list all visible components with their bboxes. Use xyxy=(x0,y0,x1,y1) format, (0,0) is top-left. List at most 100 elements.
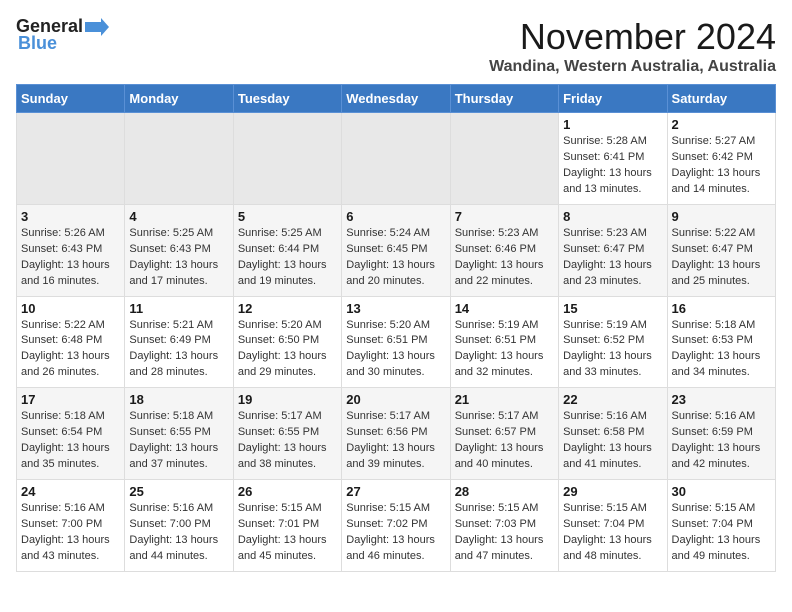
day-number: 25 xyxy=(129,484,228,499)
day-number: 23 xyxy=(672,392,771,407)
calendar-cell: 17 Sunrise: 5:18 AMSunset: 6:54 PMDayligh… xyxy=(17,388,125,480)
calendar-cell xyxy=(233,113,341,205)
day-info: Sunrise: 5:16 AMSunset: 6:58 PMDaylight:… xyxy=(563,409,662,473)
calendar-cell xyxy=(17,113,125,205)
day-info: Sunrise: 5:18 AMSunset: 6:55 PMDaylight:… xyxy=(129,409,228,473)
calendar-cell: 11 Sunrise: 5:21 AMSunset: 6:49 PMDayligh… xyxy=(125,296,233,388)
day-number: 24 xyxy=(21,484,120,499)
day-info: Sunrise: 5:15 AMSunset: 7:03 PMDaylight:… xyxy=(455,501,554,565)
day-number: 2 xyxy=(672,117,771,132)
calendar-cell: 5Sunrise: 5:25 AMSunset: 6:44 PMDaylight… xyxy=(233,204,341,296)
calendar-week-4: 17 Sunrise: 5:18 AMSunset: 6:54 PMDayligh… xyxy=(17,388,776,480)
day-info: Sunrise: 5:17 AMSunset: 6:55 PMDaylight:… xyxy=(238,409,337,473)
calendar-cell xyxy=(342,113,450,205)
day-number: 26 xyxy=(238,484,337,499)
calendar-cell: 8 Sunrise: 5:23 AMSunset: 6:47 PMDaylight… xyxy=(559,204,667,296)
calendar-cell: 15 Sunrise: 5:19 AMSunset: 6:52 PMDayligh… xyxy=(559,296,667,388)
day-info: Sunrise: 5:16 AMSunset: 6:59 PMDaylight:… xyxy=(672,409,771,473)
calendar-cell: 26Sunrise: 5:15 AMSunset: 7:01 PMDayligh… xyxy=(233,480,341,572)
day-info: Sunrise: 5:17 AMSunset: 6:57 PMDaylight:… xyxy=(455,409,554,473)
day-info: Sunrise: 5:18 AMSunset: 6:53 PMDaylight:… xyxy=(672,318,771,382)
calendar-cell: 6 Sunrise: 5:24 AMSunset: 6:45 PMDaylight… xyxy=(342,204,450,296)
month-title: November 2024 xyxy=(489,16,776,58)
day-info: Sunrise: 5:20 AMSunset: 6:50 PMDaylight:… xyxy=(238,318,337,382)
calendar-cell: 2Sunrise: 5:27 AMSunset: 6:42 PMDaylight… xyxy=(667,113,775,205)
calendar-cell: 9Sunrise: 5:22 AMSunset: 6:47 PMDaylight… xyxy=(667,204,775,296)
calendar-week-3: 10 Sunrise: 5:22 AMSunset: 6:48 PMDayligh… xyxy=(17,296,776,388)
header-day-friday: Friday xyxy=(559,85,667,113)
day-number: 4 xyxy=(129,209,228,224)
day-number: 5 xyxy=(238,209,337,224)
day-number: 18 xyxy=(129,392,228,407)
day-info: Sunrise: 5:28 AMSunset: 6:41 PMDaylight:… xyxy=(563,134,662,198)
day-info: Sunrise: 5:19 AMSunset: 6:51 PMDaylight:… xyxy=(455,318,554,382)
calendar-cell: 1 Sunrise: 5:28 AMSunset: 6:41 PMDaylight… xyxy=(559,113,667,205)
day-number: 28 xyxy=(455,484,554,499)
day-info: Sunrise: 5:16 AMSunset: 7:00 PMDaylight:… xyxy=(129,501,228,565)
day-info: Sunrise: 5:25 AMSunset: 6:43 PMDaylight:… xyxy=(129,226,228,290)
calendar-cell: 19 Sunrise: 5:17 AMSunset: 6:55 PMDayligh… xyxy=(233,388,341,480)
location-title: Wandina, Western Australia, Australia xyxy=(489,58,776,76)
day-info: Sunrise: 5:23 AMSunset: 6:46 PMDaylight:… xyxy=(455,226,554,290)
day-number: 17 xyxy=(21,392,120,407)
calendar-header-row: SundayMondayTuesdayWednesdayThursdayFrid… xyxy=(17,85,776,113)
calendar-week-1: 1 Sunrise: 5:28 AMSunset: 6:41 PMDaylight… xyxy=(17,113,776,205)
day-number: 21 xyxy=(455,392,554,407)
calendar-cell: 4 Sunrise: 5:25 AMSunset: 6:43 PMDaylight… xyxy=(125,204,233,296)
calendar-cell: 12Sunrise: 5:20 AMSunset: 6:50 PMDayligh… xyxy=(233,296,341,388)
day-info: Sunrise: 5:15 AMSunset: 7:02 PMDaylight:… xyxy=(346,501,445,565)
day-number: 1 xyxy=(563,117,662,132)
day-info: Sunrise: 5:15 AMSunset: 7:04 PMDaylight:… xyxy=(672,501,771,565)
day-info: Sunrise: 5:22 AMSunset: 6:47 PMDaylight:… xyxy=(672,226,771,290)
day-number: 15 xyxy=(563,301,662,316)
day-number: 8 xyxy=(563,209,662,224)
logo-arrow-icon xyxy=(85,18,109,36)
day-number: 6 xyxy=(346,209,445,224)
day-info: Sunrise: 5:16 AMSunset: 7:00 PMDaylight:… xyxy=(21,501,120,565)
page-header: General Blue November 2024 Wandina, West… xyxy=(16,16,776,76)
day-info: Sunrise: 5:26 AMSunset: 6:43 PMDaylight:… xyxy=(21,226,120,290)
day-number: 3 xyxy=(21,209,120,224)
calendar-cell xyxy=(450,113,558,205)
calendar-week-5: 24 Sunrise: 5:16 AMSunset: 7:00 PMDayligh… xyxy=(17,480,776,572)
calendar-cell: 16 Sunrise: 5:18 AMSunset: 6:53 PMDayligh… xyxy=(667,296,775,388)
day-number: 27 xyxy=(346,484,445,499)
calendar-cell: 10 Sunrise: 5:22 AMSunset: 6:48 PMDayligh… xyxy=(17,296,125,388)
day-info: Sunrise: 5:17 AMSunset: 6:56 PMDaylight:… xyxy=(346,409,445,473)
title-area: November 2024 Wandina, Western Australia… xyxy=(489,16,776,76)
day-number: 20 xyxy=(346,392,445,407)
header-day-thursday: Thursday xyxy=(450,85,558,113)
calendar-cell: 3 Sunrise: 5:26 AMSunset: 6:43 PMDaylight… xyxy=(17,204,125,296)
calendar-table: SundayMondayTuesdayWednesdayThursdayFrid… xyxy=(16,84,776,572)
day-number: 11 xyxy=(129,301,228,316)
calendar-cell: 22 Sunrise: 5:16 AMSunset: 6:58 PMDayligh… xyxy=(559,388,667,480)
calendar-week-2: 3 Sunrise: 5:26 AMSunset: 6:43 PMDaylight… xyxy=(17,204,776,296)
day-number: 7 xyxy=(455,209,554,224)
day-info: Sunrise: 5:19 AMSunset: 6:52 PMDaylight:… xyxy=(563,318,662,382)
day-info: Sunrise: 5:21 AMSunset: 6:49 PMDaylight:… xyxy=(129,318,228,382)
header-day-tuesday: Tuesday xyxy=(233,85,341,113)
calendar-cell: 30 Sunrise: 5:15 AMSunset: 7:04 PMDayligh… xyxy=(667,480,775,572)
day-number: 22 xyxy=(563,392,662,407)
day-info: Sunrise: 5:24 AMSunset: 6:45 PMDaylight:… xyxy=(346,226,445,290)
day-info: Sunrise: 5:18 AMSunset: 6:54 PMDaylight:… xyxy=(21,409,120,473)
calendar-cell: 7 Sunrise: 5:23 AMSunset: 6:46 PMDaylight… xyxy=(450,204,558,296)
header-day-saturday: Saturday xyxy=(667,85,775,113)
day-info: Sunrise: 5:23 AMSunset: 6:47 PMDaylight:… xyxy=(563,226,662,290)
day-number: 30 xyxy=(672,484,771,499)
logo-blue: Blue xyxy=(18,33,57,54)
calendar-cell: 23 Sunrise: 5:16 AMSunset: 6:59 PMDayligh… xyxy=(667,388,775,480)
day-info: Sunrise: 5:15 AMSunset: 7:04 PMDaylight:… xyxy=(563,501,662,565)
day-info: Sunrise: 5:22 AMSunset: 6:48 PMDaylight:… xyxy=(21,318,120,382)
day-number: 19 xyxy=(238,392,337,407)
day-number: 14 xyxy=(455,301,554,316)
day-number: 29 xyxy=(563,484,662,499)
calendar-cell: 24 Sunrise: 5:16 AMSunset: 7:00 PMDayligh… xyxy=(17,480,125,572)
header-day-monday: Monday xyxy=(125,85,233,113)
calendar-cell: 18 Sunrise: 5:18 AMSunset: 6:55 PMDayligh… xyxy=(125,388,233,480)
calendar-cell: 29 Sunrise: 5:15 AMSunset: 7:04 PMDayligh… xyxy=(559,480,667,572)
logo: General Blue xyxy=(16,16,109,54)
day-number: 16 xyxy=(672,301,771,316)
day-info: Sunrise: 5:20 AMSunset: 6:51 PMDaylight:… xyxy=(346,318,445,382)
day-number: 10 xyxy=(21,301,120,316)
